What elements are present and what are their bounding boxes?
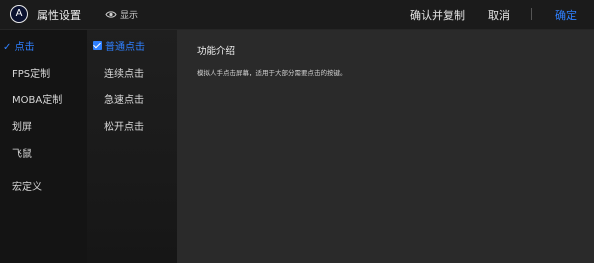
category-label: MOBA定制 (12, 95, 63, 106)
confirm-button[interactable]: 确定 (555, 7, 577, 23)
subtype-label: 连续点击 (104, 69, 144, 80)
divider (531, 8, 532, 20)
eye-icon (105, 10, 117, 18)
attribute-settings-screen: A 属性设置 显示 确认并复制 取消 确定 ✓ 点击 FPS定制 MOBA定制 … (0, 0, 594, 263)
subtype-list: 普通点击 连续点击 急速点击 松开点击 (87, 30, 177, 263)
category-label: 飞鼠 (12, 149, 32, 160)
category-list: ✓ 点击 FPS定制 MOBA定制 划屏 飞鼠 宏定义 (0, 30, 87, 263)
detail-panel: 功能介绍 模拟人手点击屏幕，适用于大部分需要点击的按键。 (177, 30, 594, 263)
category-item-air-mouse[interactable]: 飞鼠 (12, 145, 32, 160)
subtype-label: 急速点击 (104, 95, 144, 106)
category-label: 宏定义 (12, 182, 42, 193)
show-label: 显示 (120, 10, 139, 21)
category-item-click[interactable]: ✓ 点击 (3, 38, 35, 53)
category-item-moba[interactable]: MOBA定制 (12, 91, 62, 106)
checkbox-icon (93, 41, 102, 50)
category-item-fps[interactable]: FPS定制 (12, 65, 50, 80)
check-icon: ✓ (3, 42, 12, 53)
subtype-label: 普通点击 (105, 42, 145, 53)
show-toggle[interactable]: 显示 (105, 8, 139, 21)
subtype-item-normal-click[interactable]: 普通点击 (93, 38, 145, 53)
detail-description: 模拟人手点击屏幕，适用于大部分需要点击的按键。 (197, 69, 347, 77)
category-item-macro[interactable]: 宏定义 (12, 178, 42, 193)
cancel-button[interactable]: 取消 (488, 7, 510, 23)
category-label: FPS定制 (12, 69, 51, 80)
detail-heading: 功能介绍 (197, 46, 236, 57)
subtype-label: 松开点击 (104, 122, 144, 133)
subtype-item-rapid-click[interactable]: 急速点击 (104, 91, 144, 106)
category-label: 划屏 (12, 122, 32, 133)
subtype-item-continuous-click[interactable]: 连续点击 (104, 65, 144, 80)
confirm-and-copy-button[interactable]: 确认并复制 (410, 7, 465, 23)
page-title: 属性设置 (37, 9, 81, 22)
profile-badge: A (10, 5, 28, 23)
category-label: 点击 (14, 42, 35, 53)
top-bar: A 属性设置 显示 确认并复制 取消 确定 (0, 0, 594, 30)
category-item-swipe[interactable]: 划屏 (12, 118, 32, 133)
subtype-item-release-click[interactable]: 松开点击 (104, 118, 144, 133)
